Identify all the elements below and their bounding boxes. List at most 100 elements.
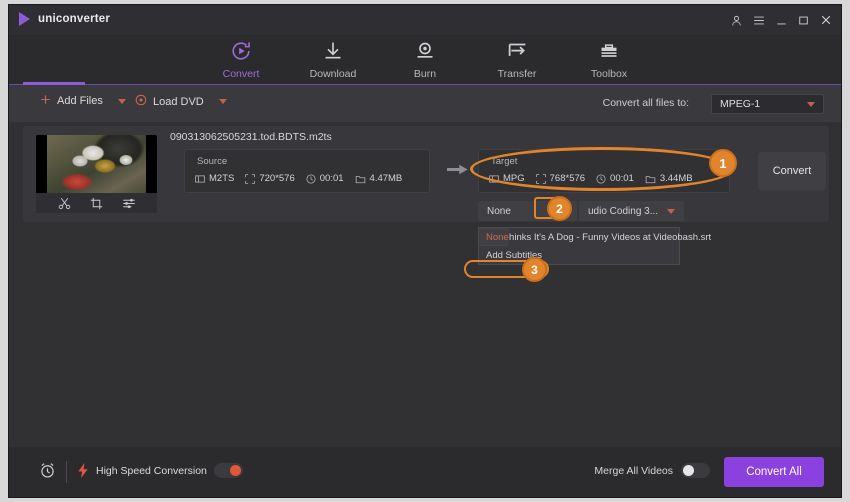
target-format: MPG	[489, 173, 525, 184]
convert-button[interactable]: Convert	[758, 152, 826, 190]
file-list-area: Source M2TS 720*576 00:01	[9, 122, 841, 449]
source-resolution-value: 720*576	[259, 173, 294, 184]
transfer-icon	[507, 39, 528, 63]
format-icon	[489, 174, 499, 184]
video-thumbnail[interactable]	[36, 135, 157, 213]
conversion-arrow-icon	[447, 163, 468, 176]
effects-icon[interactable]	[122, 197, 136, 210]
annotation-badge-1: 1	[709, 149, 737, 177]
format-icon	[195, 174, 205, 184]
audio-select-caret-icon[interactable]	[667, 209, 675, 214]
maximize-icon[interactable]	[798, 15, 809, 26]
target-title: Target	[491, 156, 517, 167]
tab-convert[interactable]: Convert	[195, 35, 287, 80]
output-format-caret-icon	[807, 102, 815, 107]
resolution-icon	[245, 174, 255, 184]
bottom-divider	[66, 461, 67, 483]
thumbnail-image	[36, 135, 157, 193]
menu-icon[interactable]	[753, 15, 765, 26]
close-icon[interactable]	[820, 14, 832, 26]
toggle-knob	[230, 465, 241, 476]
bottom-bar: High Speed Conversion Merge All Videos C…	[9, 447, 841, 497]
source-format: M2TS	[195, 173, 234, 184]
tab-transfer-label: Transfer	[498, 68, 537, 80]
action-toolbar: Add Files Load DVD Converting Converted …	[9, 85, 841, 122]
source-duration-value: 00:01	[320, 173, 344, 184]
source-size-value: 4.47MB	[370, 173, 403, 184]
subtitle-dropdown-menu: Cat Thinks It's A Dog - Funny Videos at …	[478, 227, 680, 265]
title-bar: uniconverter	[9, 5, 841, 35]
trim-icon[interactable]	[58, 197, 71, 210]
tab-burn[interactable]: Burn	[379, 35, 471, 80]
add-files-caret-icon[interactable]	[118, 99, 126, 104]
resolution-icon	[536, 174, 546, 184]
target-size: 3.44MB	[645, 173, 693, 184]
target-info-box[interactable]: Target MPG 768*576 00:01	[478, 149, 730, 193]
account-icon[interactable]	[731, 15, 742, 26]
tab-toolbox[interactable]: Toolbox	[563, 35, 655, 80]
window-controls	[731, 5, 832, 35]
annotation-badge-2: 2	[547, 196, 572, 221]
convert-all-button[interactable]: Convert All	[724, 457, 824, 487]
thumbnail-tools	[36, 193, 157, 213]
tab-toolbox-label: Toolbox	[591, 68, 627, 80]
target-size-value: 3.44MB	[660, 173, 693, 184]
add-files-button[interactable]: Add Files	[40, 94, 126, 108]
merge-all-videos-group: Merge All Videos	[594, 463, 710, 478]
source-duration: 00:01	[306, 173, 344, 184]
folder-icon	[355, 174, 366, 184]
thumbnail-frame	[47, 135, 146, 193]
app-title: uniconverter	[38, 13, 110, 25]
target-format-value: MPG	[503, 173, 525, 184]
burn-icon	[415, 39, 435, 63]
tab-download[interactable]: Download	[287, 35, 379, 80]
high-speed-conversion-group: High Speed Conversion	[77, 463, 243, 478]
crop-icon[interactable]	[90, 197, 103, 210]
toolbox-icon	[599, 39, 619, 63]
dropdown-item-add-subtitles[interactable]: Add Subtitles	[479, 246, 679, 264]
source-resolution: 720*576	[245, 173, 294, 184]
file-card: Source M2TS 720*576 00:01	[23, 126, 829, 222]
annotation-badge-3: 3	[522, 257, 547, 282]
merge-all-videos-toggle[interactable]	[681, 463, 710, 478]
high-speed-conversion-label: High Speed Conversion	[96, 465, 207, 477]
audio-select-value: udio Coding 3...	[588, 206, 658, 217]
lightning-bolt-icon	[77, 463, 89, 478]
dropdown-item-subtitle-file[interactable]: Cat Thinks It's A Dog - Funny Videos at …	[479, 228, 679, 246]
clock-icon	[596, 174, 606, 184]
add-files-label: Add Files	[57, 95, 103, 107]
target-resolution-value: 768*576	[550, 173, 585, 184]
source-info-box: Source M2TS 720*576 00:01	[184, 149, 430, 193]
uniconverter-window: uniconverter	[8, 4, 842, 498]
merge-all-videos-label: Merge All Videos	[594, 465, 673, 477]
file-name: 090313062505231.tod.BDTS.m2ts	[170, 131, 332, 143]
source-title: Source	[197, 156, 227, 167]
output-format-value: MPEG-1	[720, 98, 760, 110]
subtitle-select-value: None	[487, 206, 511, 217]
folder-icon	[645, 174, 656, 184]
toggle-knob	[683, 465, 694, 476]
convert-all-files-to-label: Convert all files to:	[603, 97, 689, 109]
target-resolution: 768*576	[536, 173, 585, 184]
app-brand: uniconverter	[19, 12, 110, 26]
convert-icon	[230, 39, 252, 63]
tab-download-label: Download	[310, 68, 357, 80]
disc-icon	[135, 94, 147, 109]
target-meta-row: MPG 768*576 00:01 3.44MB	[489, 173, 721, 184]
play-logo-icon	[19, 12, 30, 26]
minimize-icon[interactable]	[776, 15, 787, 26]
source-format-value: M2TS	[209, 173, 234, 184]
high-speed-conversion-toggle[interactable]	[214, 463, 243, 478]
load-dvd-caret-icon[interactable]	[219, 99, 227, 104]
clock-icon	[306, 174, 316, 184]
tab-transfer[interactable]: Transfer	[471, 35, 563, 80]
output-format-select[interactable]: MPEG-1	[711, 94, 824, 114]
main-nav: Convert Download Burn	[9, 35, 841, 85]
audio-select[interactable]: udio Coding 3...	[579, 201, 684, 221]
alarm-clock-icon[interactable]	[39, 462, 56, 479]
plus-icon	[40, 94, 51, 108]
source-meta-row: M2TS 720*576 00:01 4.47MB	[195, 173, 421, 184]
tab-convert-label: Convert	[223, 68, 260, 80]
dropdown-item-none[interactable]: None	[479, 228, 509, 246]
load-dvd-button[interactable]: Load DVD	[135, 94, 227, 109]
